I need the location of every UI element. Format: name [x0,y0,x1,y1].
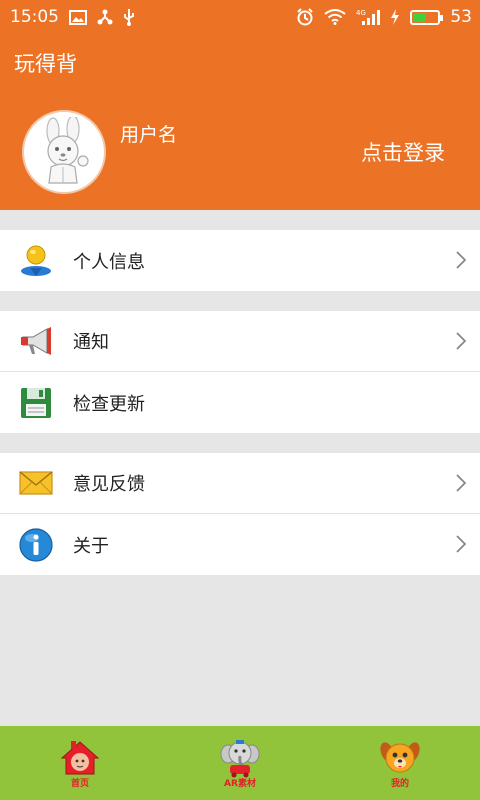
avatar[interactable] [22,110,106,194]
status-time: 15:05 [10,7,59,27]
app-title: 玩得背 [14,52,77,76]
person-location-icon [18,243,54,279]
chevron-right-icon [456,535,467,557]
nav-mine-label: 我的 [390,778,409,789]
usb-icon [123,8,135,26]
status-bar: 15:05 4G 53 [0,0,480,34]
nav-home[interactable]: 首页 [50,728,110,798]
menu-group-profile: 个人信息 [0,230,480,291]
info-icon [18,527,54,563]
menu-item-label: 检查更新 [73,393,145,415]
login-button[interactable]: 点击登录 [361,137,445,167]
bottom-navigation: 首页 AR素材 我的 [0,726,480,800]
menu-item-feedback[interactable]: 意见反馈 [0,453,480,514]
signal-icon: 4G [356,8,381,26]
menu-item-check-update[interactable]: 检查更新 [0,372,480,433]
battery-level [413,12,427,22]
megaphone-icon [18,323,54,359]
menu-item-personal-info[interactable]: 个人信息 [0,230,480,291]
chevron-right-icon [456,251,467,273]
menu-item-about[interactable]: 关于 [0,514,480,575]
house-icon [60,740,100,774]
username: 用户名 [120,124,178,146]
menu-group-system: 通知 检查更新 [0,311,480,433]
alarm-icon [296,8,314,26]
status-left: 15:05 [10,7,135,27]
elephant-icon [220,739,260,777]
envelope-icon [18,465,54,501]
nav-ar-material[interactable]: AR素材 [210,728,270,798]
status-right: 4G 53 [296,7,472,27]
nav-mine[interactable]: 我的 [370,728,430,798]
menu-item-label: 个人信息 [73,251,145,273]
charging-icon [390,9,400,25]
chevron-right-icon [456,474,467,496]
menu-group-about: 意见反馈 关于 [0,453,480,575]
network-type-label: 4G [356,9,366,17]
share-icon [97,9,113,25]
chevron-right-icon [456,332,467,354]
menu-item-notifications[interactable]: 通知 [0,311,480,372]
battery-icon [410,9,444,25]
battery-percent: 53 [450,7,472,27]
nav-home-label: 首页 [70,778,89,789]
rabbit-avatar-icon [46,117,89,184]
menu-item-label: 关于 [73,535,109,557]
wifi-icon [324,9,346,25]
dog-icon [380,741,420,772]
floppy-disk-icon [18,385,54,421]
image-icon [69,9,87,25]
profile-header: 玩得背 用户名 点击登录 [0,34,480,210]
menu-item-label: 意见反馈 [73,474,145,495]
nav-ar-material-label: AR素材 [224,778,256,789]
menu-item-label: 通知 [73,332,109,353]
